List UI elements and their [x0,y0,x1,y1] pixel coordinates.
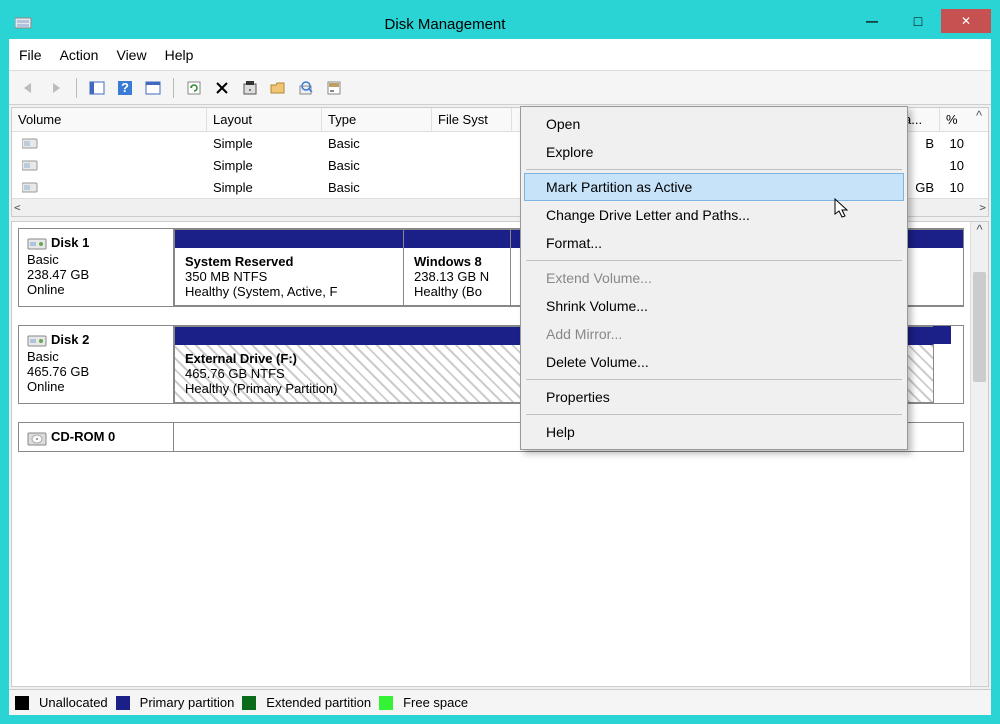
app-icon [15,16,33,32]
context-menu: OpenExplore Mark Partition as ActiveChang… [520,106,908,450]
col-type[interactable]: Type [322,108,432,131]
menu-item[interactable]: Change Drive Letter and Paths... [524,201,904,229]
legend-swatch [116,696,130,710]
menu-item[interactable]: Shrink Volume... [524,292,904,320]
open-folder-button[interactable] [267,77,289,99]
disk-map-vscroll[interactable]: ^ [970,222,988,686]
menu-item: Add Mirror... [524,320,904,348]
menu-item[interactable]: Properties [524,383,904,411]
legend: Unallocated Primary partition Extended par… [9,689,991,715]
menu-item[interactable]: Mark Partition as Active [524,173,904,201]
menubar: File Action View Help [9,39,991,71]
toolbar: ? [9,71,991,105]
minimize-button[interactable] [849,9,895,33]
properties-button[interactable] [239,77,261,99]
window-title: Disk Management [41,16,849,33]
menu-item[interactable]: Delete Volume... [524,348,904,376]
disk-info[interactable]: Disk 2Basic465.76 GBOnline [19,326,174,403]
menu-action[interactable]: Action [60,47,99,63]
help-button[interactable]: ? [114,77,136,99]
view-button[interactable] [142,77,164,99]
volume-icon [22,138,38,150]
menu-file[interactable]: File [19,47,42,63]
menu-item[interactable]: Explore [524,138,904,166]
menu-item[interactable]: Format... [524,229,904,257]
volume-icon [22,182,38,194]
menu-view[interactable]: View [116,47,146,63]
disk-info[interactable]: Disk 1Basic238.47 GBOnline [19,229,174,306]
menu-item[interactable]: Open [524,110,904,138]
disk-icon [27,236,47,252]
col-fs[interactable]: File Syst [432,108,512,131]
partition[interactable]: Windows 8238.13 GB NHealthy (Bo [403,229,511,306]
menu-help[interactable]: Help [165,47,194,63]
legend-label: Primary partition [140,695,235,710]
show-hide-console-button[interactable] [86,77,108,99]
disk-icon [27,333,47,349]
col-layout[interactable]: Layout [207,108,322,131]
col-volume[interactable]: Volume [12,108,207,131]
menu-item[interactable]: Help [524,418,904,446]
col-percent[interactable]: % [940,108,970,131]
legend-swatch [15,696,29,710]
disk-info[interactable]: CD-ROM 0 [19,423,174,451]
legend-swatch [242,696,256,710]
disk-icon [27,430,47,446]
delete-button[interactable] [211,77,233,99]
volume-icon [22,160,38,172]
legend-label: Extended partition [266,695,371,710]
settings-button[interactable] [323,77,345,99]
refresh-button[interactable] [183,77,205,99]
back-button[interactable] [17,77,39,99]
partition[interactable]: System Reserved350 MB NTFSHealthy (Syste… [174,229,404,306]
legend-swatch [379,696,393,710]
close-button[interactable] [941,9,991,33]
legend-label: Unallocated [39,695,108,710]
titlebar[interactable]: Disk Management [9,9,991,39]
maximize-button[interactable] [895,9,941,33]
menu-item: Extend Volume... [524,264,904,292]
forward-button[interactable] [45,77,67,99]
legend-label: Free space [403,695,468,710]
svg-text:?: ? [121,80,129,95]
explore-button[interactable] [295,77,317,99]
